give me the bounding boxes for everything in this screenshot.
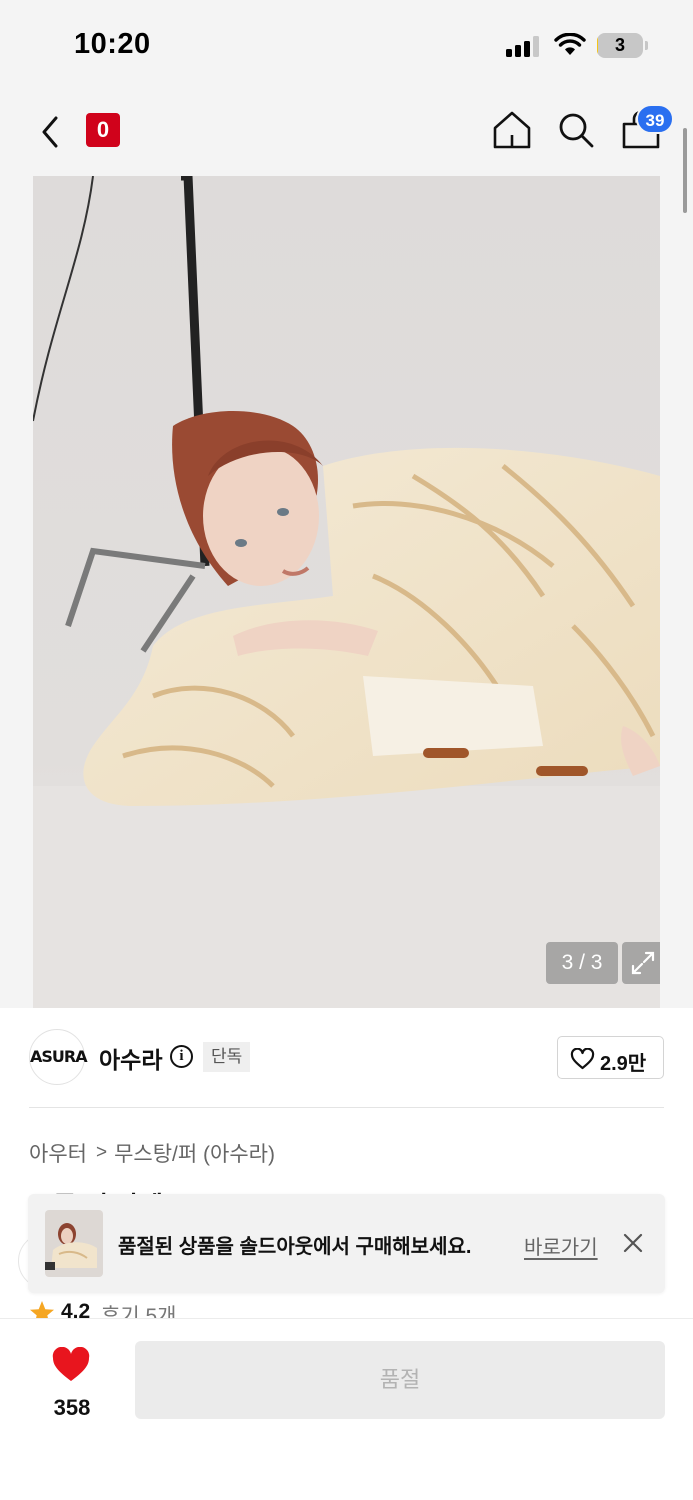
brand-like-count: 2.9만: [600, 1053, 647, 1075]
battery-level: 3: [614, 35, 625, 55]
photo-counter: 3 / 3: [546, 942, 618, 984]
brand-name[interactable]: 아수라: [99, 1041, 162, 1075]
product-gallery[interactable]: 3 / 3: [0, 176, 693, 1008]
scrollbar[interactable]: [683, 128, 687, 213]
breadcrumb: 아우터 > 무스탕/퍼 (아수라): [29, 1138, 275, 1168]
wishlist-count: 358: [53, 1395, 91, 1420]
soldout-toast: 품절된 상품을 솔드아웃에서 구매해보세요. 바로가기: [28, 1194, 665, 1293]
close-icon[interactable]: [622, 1232, 644, 1254]
heart-outline-icon: [570, 1048, 595, 1070]
breadcrumb-item-subcategory[interactable]: 무스탕/퍼 (아수라): [114, 1138, 275, 1168]
battery-icon: 3: [597, 33, 643, 58]
chevron-left-icon[interactable]: [36, 112, 66, 152]
cart-count-badge: 39: [636, 104, 674, 134]
status-bar: 10:20 3: [0, 0, 693, 90]
breadcrumb-separator: >: [95, 1142, 108, 1163]
product-photo-illustration: [33, 176, 660, 1008]
product-photo[interactable]: 3 / 3: [33, 176, 660, 1008]
top-navigation: 0: [0, 90, 693, 176]
wishlist-button[interactable]: 358: [30, 1341, 114, 1431]
toast-thumbnail: [45, 1210, 103, 1277]
soldout-button[interactable]: 품절: [135, 1341, 665, 1419]
brand-avatar[interactable]: ASURA: [29, 1029, 88, 1085]
store-logo[interactable]: 0: [86, 113, 120, 147]
battery-tip: [645, 41, 648, 50]
brand-row: ASURA 아수라 i 단독 2.9만: [0, 1008, 693, 1108]
wifi-icon: [554, 33, 586, 55]
expand-icon[interactable]: [622, 942, 660, 984]
home-icon[interactable]: [492, 110, 532, 150]
heart-filled-icon: [52, 1347, 90, 1381]
brand-like-button[interactable]: 2.9만: [557, 1036, 664, 1079]
breadcrumb-item-category[interactable]: 아우터: [29, 1138, 87, 1168]
toast-message: 품절된 상품을 솔드아웃에서 구매해보세요.: [118, 1236, 472, 1258]
info-icon[interactable]: i: [170, 1045, 193, 1068]
search-icon[interactable]: [556, 110, 596, 150]
exclusive-badge: 단독: [203, 1042, 251, 1072]
cellular-signal-icon: [506, 35, 542, 57]
bottom-action-bar: 358 품절: [0, 1318, 693, 1500]
status-time: 10:20: [74, 28, 151, 60]
divider: [29, 1107, 664, 1108]
toast-link[interactable]: 바로가기: [524, 1231, 598, 1260]
